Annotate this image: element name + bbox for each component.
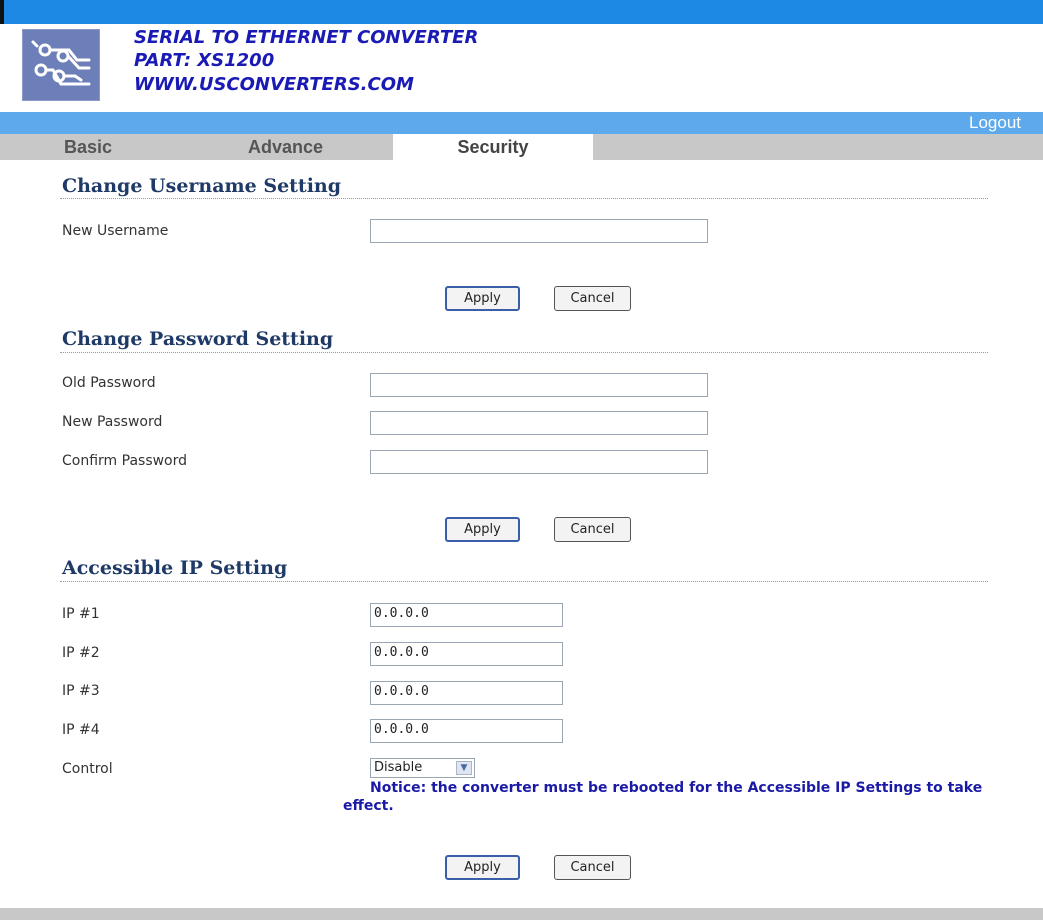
old-password-input[interactable] — [370, 373, 708, 397]
section-divider — [60, 581, 988, 582]
password-cancel-button[interactable]: Cancel — [554, 517, 631, 542]
nav-strip — [0, 112, 1043, 134]
confirm-password-input[interactable] — [370, 450, 708, 474]
new-username-input[interactable] — [370, 219, 708, 243]
product-title: SERIAL TO ETHERNET CONVERTER — [134, 27, 479, 48]
control-select[interactable]: Disable ▼ — [370, 758, 475, 778]
new-password-label: New Password — [62, 414, 163, 430]
old-password-label: Old Password — [62, 375, 156, 391]
ip3-label: IP #3 — [62, 683, 100, 699]
ip2-input[interactable]: 0.0.0.0 — [370, 642, 563, 666]
tab-security[interactable]: Security — [393, 134, 593, 160]
password-section-title: Change Password Setting — [62, 328, 334, 350]
ip2-label: IP #2 — [62, 645, 100, 661]
ip1-label: IP #1 — [62, 606, 100, 622]
username-apply-button[interactable]: Apply — [445, 286, 520, 311]
ip-section-title: Accessible IP Setting — [62, 557, 288, 579]
window-edge — [0, 0, 4, 24]
password-apply-button[interactable]: Apply — [445, 517, 520, 542]
confirm-password-label: Confirm Password — [62, 453, 188, 469]
logout-link[interactable]: Logout — [969, 113, 1021, 133]
ip4-input[interactable]: 0.0.0.0 — [370, 719, 563, 743]
notice-text-continued: effect. — [343, 798, 394, 814]
control-select-value: Disable — [374, 760, 423, 775]
tab-basic[interactable]: Basic — [64, 134, 112, 160]
part-number: PART: XS1200 — [134, 50, 275, 71]
section-divider — [60, 198, 988, 199]
ip1-input[interactable]: 0.0.0.0 — [370, 603, 563, 627]
new-username-label: New Username — [62, 223, 169, 239]
circuit-logo-icon — [22, 29, 100, 101]
control-label: Control — [62, 761, 113, 777]
header: SERIAL TO ETHERNET CONVERTER PART: XS120… — [0, 24, 1043, 112]
website-link: WWW.USCONVERTERS.COM — [134, 74, 414, 95]
chevron-down-icon[interactable]: ▼ — [456, 761, 472, 775]
username-section-title: Change Username Setting — [62, 175, 342, 197]
ip3-input[interactable]: 0.0.0.0 — [370, 681, 563, 705]
footer-bar — [0, 908, 1043, 920]
top-bar — [0, 0, 1043, 24]
username-cancel-button[interactable]: Cancel — [554, 286, 631, 311]
section-divider — [60, 352, 988, 353]
ip-apply-button[interactable]: Apply — [445, 855, 520, 880]
ip-cancel-button[interactable]: Cancel — [554, 855, 631, 880]
new-password-input[interactable] — [370, 411, 708, 435]
tab-advance[interactable]: Advance — [248, 134, 323, 160]
ip4-label: IP #4 — [62, 722, 100, 738]
tab-bar: Basic Advance Security — [0, 134, 1043, 160]
notice-text: Notice: the converter must be rebooted f… — [370, 780, 983, 796]
